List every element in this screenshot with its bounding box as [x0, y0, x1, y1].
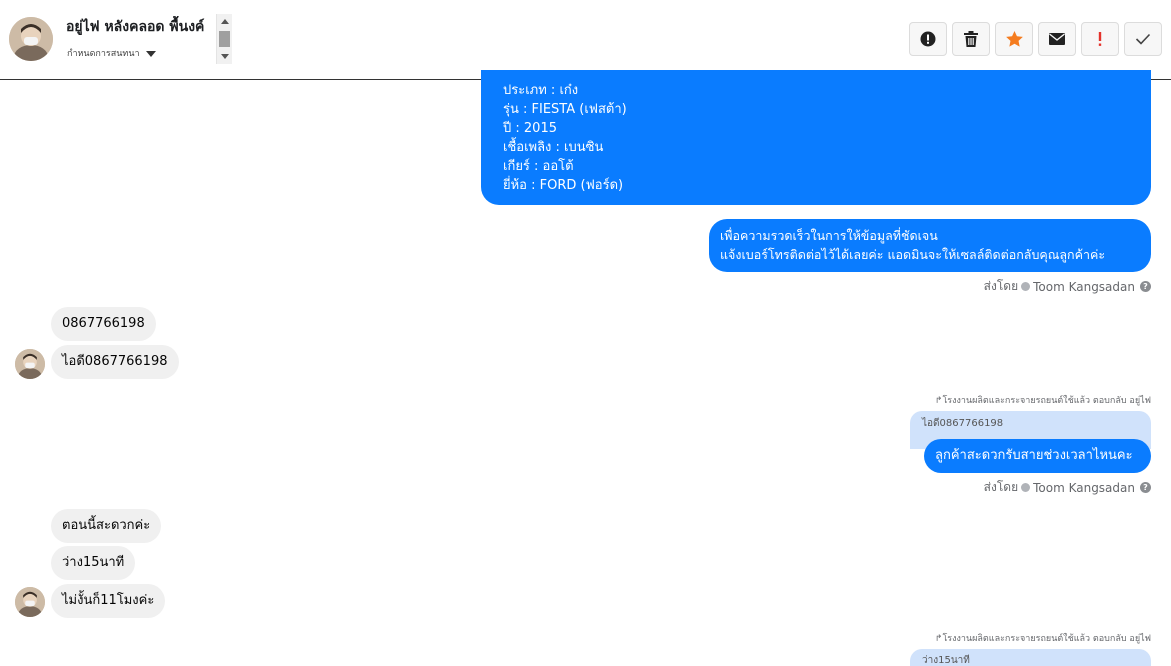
- mail-button[interactable]: [1038, 22, 1076, 56]
- report-button[interactable]: [909, 22, 947, 56]
- incoming-message: ไม่งั้นก็11โมงค่ะ: [51, 584, 166, 618]
- delete-button[interactable]: [952, 22, 990, 56]
- contact-name: อยู่ไฟ หลังคลอด พื้นงค์: [66, 19, 205, 35]
- message-line: เพื่อความรวดเร็วในการให้ข้อมูลที่ชัดเจน: [720, 228, 938, 243]
- incoming-message: 0867766198: [51, 307, 156, 341]
- trash-icon: [964, 31, 978, 47]
- sent-by-label: ส่งโดย: [983, 279, 1019, 293]
- message-line: แจ้งเบอร์โทรติดต่อไว้ได้เลยค่ะ แอดมินจะใ…: [720, 247, 1106, 262]
- reply-note: ↱โรงงานผลิตและกระจายรถยนต์ใช้แล้ว ตอบกลั…: [935, 393, 1151, 407]
- incoming-message: ว่าง15นาที: [51, 546, 136, 580]
- car-info-line: ประเภท : เก๋ง: [503, 83, 579, 98]
- reply-note-text: โรงงานผลิตและกระจายรถยนต์ใช้แล้ว ตอบกลับ…: [942, 634, 1151, 644]
- header-actions: [909, 22, 1162, 56]
- sent-by-info: ส่งโดย Toom Kangsadan ?: [984, 478, 1151, 497]
- important-button[interactable]: [1081, 22, 1119, 56]
- conversation-menu[interactable]: กำหนดการสนทนา: [67, 46, 156, 60]
- help-icon[interactable]: ?: [1140, 482, 1151, 493]
- help-icon[interactable]: ?: [1140, 281, 1151, 292]
- reply-note: ↱โรงงานผลิตและกระจายรถยนต์ใช้แล้ว ตอบกลั…: [935, 631, 1151, 645]
- request-phone-message: เพื่อความรวดเร็วในการให้ข้อมูลที่ชัดเจน …: [709, 219, 1151, 272]
- done-button[interactable]: [1124, 22, 1162, 56]
- exclamation-circle-icon: [920, 31, 936, 47]
- quoted-message: ว่าง15นาที: [910, 649, 1151, 666]
- agent-name[interactable]: Toom Kangsadan: [1033, 481, 1135, 495]
- car-info-line: เกียร์ : ออโต้: [503, 159, 574, 174]
- incoming-message: ตอนนี้สะดวกค่ะ: [51, 509, 162, 543]
- contact-avatar-small: [15, 587, 45, 617]
- sent-by-label: ส่งโดย: [983, 480, 1019, 494]
- envelope-icon: [1049, 33, 1065, 45]
- reply-message: ลูกค้าสะดวกรับสายช่วงเวลาไหนคะ: [924, 439, 1151, 473]
- scroll-up-icon[interactable]: [221, 19, 229, 24]
- agent-name[interactable]: Toom Kangsadan: [1033, 280, 1135, 294]
- name-scrollbar[interactable]: [216, 14, 232, 64]
- conversation-header: อยู่ไฟ หลังคลอด พื้นงค์ กำหนดการสนทนา: [0, 0, 1171, 80]
- check-icon: [1135, 33, 1151, 45]
- agent-status-icon: [1021, 282, 1031, 291]
- caret-down-icon: [145, 50, 156, 57]
- scroll-down-icon[interactable]: [221, 54, 229, 59]
- agent-status-icon: [1021, 483, 1031, 492]
- conversation-menu-label: กำหนดการสนทนา: [67, 49, 140, 59]
- star-icon: [1005, 31, 1023, 47]
- car-info-line: ยี่ห้อ : FORD (ฟอร์ด): [503, 178, 624, 193]
- car-info-line: ปี : 2015: [503, 121, 557, 136]
- reply-note-text: โรงงานผลิตและกระจายรถยนต์ใช้แล้ว ตอบกลับ…: [942, 396, 1151, 406]
- contact-avatar-small: [15, 349, 45, 379]
- car-info-line: เชื้อเพลิง : เบนซิน: [503, 140, 604, 155]
- exclamation-icon: [1098, 32, 1102, 46]
- sent-by-info: ส่งโดย Toom Kangsadan ?: [984, 277, 1151, 296]
- incoming-message: ไอดี0867766198: [51, 345, 179, 379]
- contact-avatar[interactable]: [9, 17, 53, 61]
- car-info-message: ประเภท : เก๋ง รุ่น : FIESTA (เฟสต้า) ปี …: [481, 70, 1151, 205]
- scroll-thumb[interactable]: [219, 31, 230, 47]
- star-button[interactable]: [995, 22, 1033, 56]
- car-info-line: รุ่น : FIESTA (เฟสต้า): [503, 102, 627, 117]
